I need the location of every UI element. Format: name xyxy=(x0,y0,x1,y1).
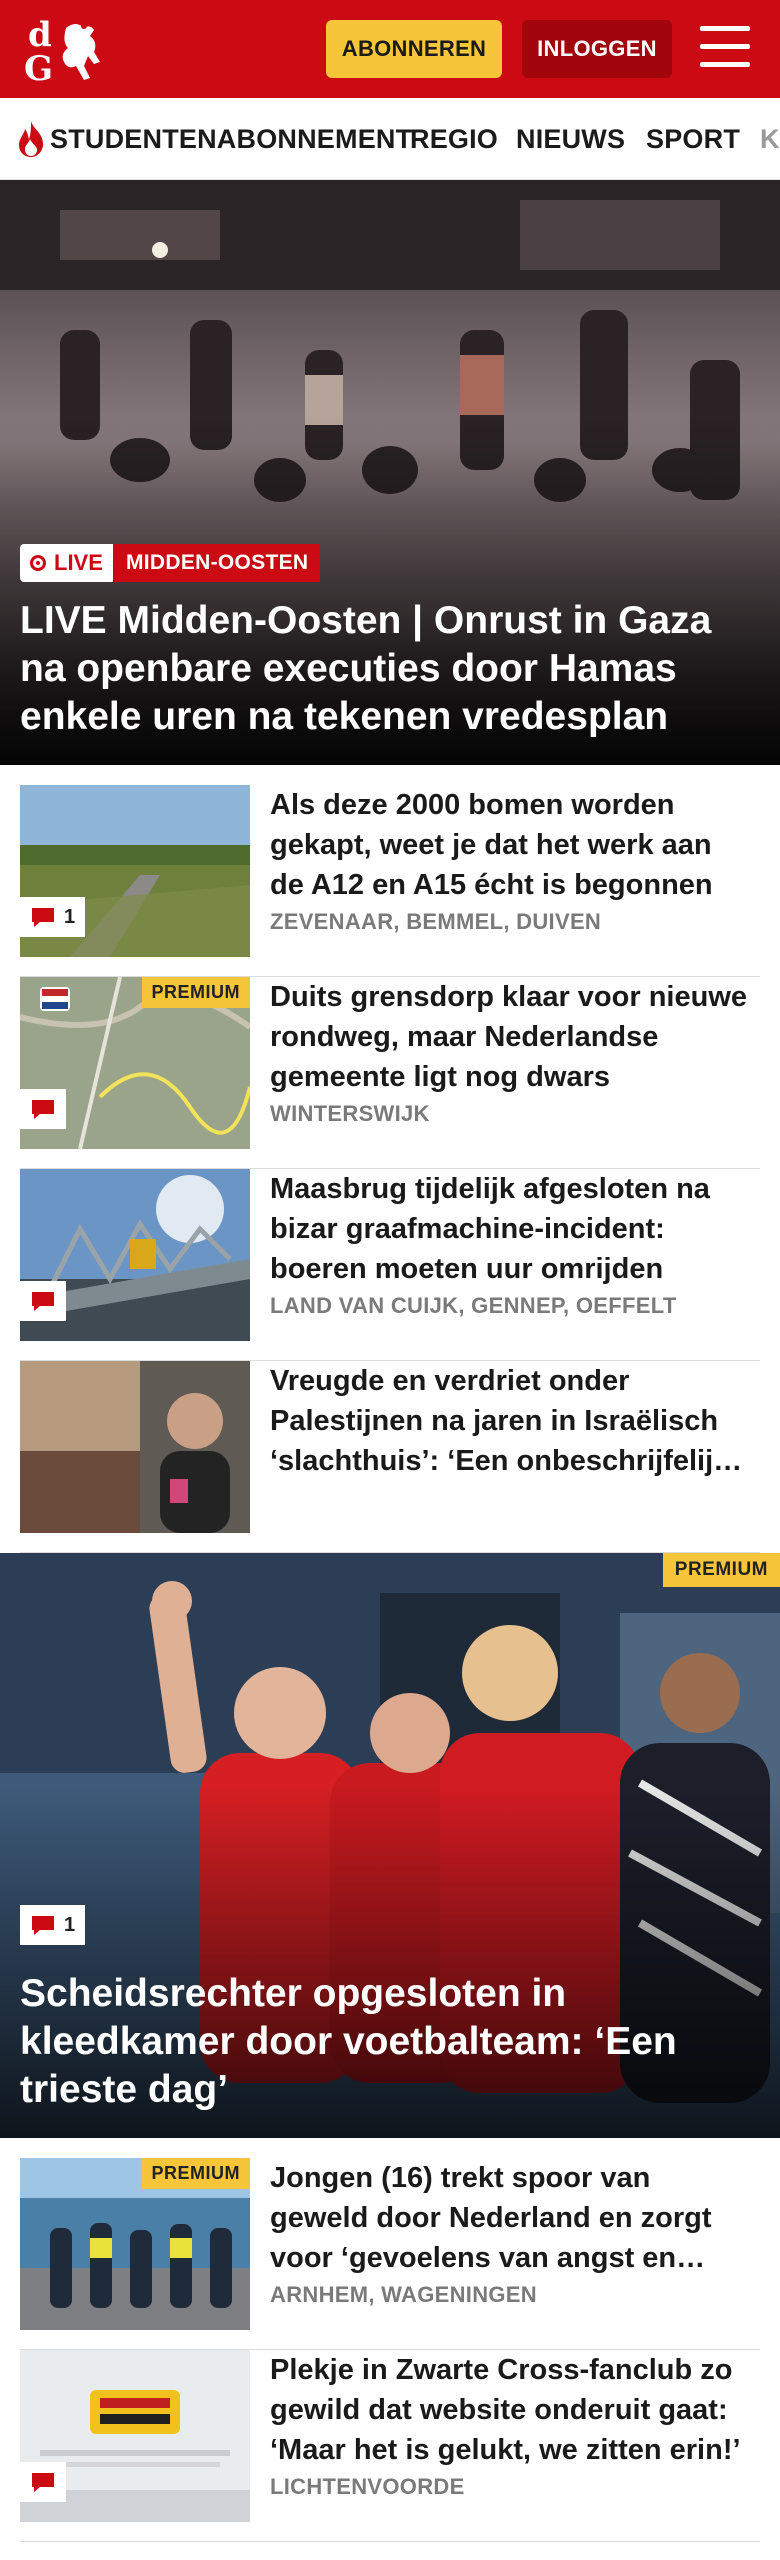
comment-count[interactable] xyxy=(20,1281,66,1321)
list-item[interactable]: Maasbrug tijdelijk afgesloten na bizar g… xyxy=(20,1169,760,1361)
comment-count[interactable]: 1 xyxy=(20,897,86,937)
comment-count[interactable] xyxy=(20,2462,66,2502)
section-nav: STUDENTENABONNEMENT REGIO NIEUWS SPORT K xyxy=(0,98,780,180)
list-item[interactable]: 1 Als deze 2000 bomen worden gekapt, wee… xyxy=(20,785,760,977)
hero-title[interactable]: LIVE Midden-Oosten | Onrust in Gaza na o… xyxy=(20,597,740,741)
article-location: WINTERSWIJK xyxy=(270,1101,430,1126)
premium-badge: PREMIUM xyxy=(141,2158,250,2189)
nav-item-nieuws[interactable]: NIEUWS xyxy=(516,98,625,179)
article-thumbnail: PREMIUM xyxy=(20,2158,250,2330)
hero-article-gaza[interactable]: LIVE MIDDEN-OOSTEN LIVE Midden-Oosten | … xyxy=(0,180,780,765)
article-location: LICHTENVOORDE xyxy=(270,2474,465,2499)
list-item[interactable]: Plekje in Zwarte Cross-fanclub zo gewild… xyxy=(20,2350,760,2542)
subscribe-button[interactable]: ABONNEREN xyxy=(326,20,502,78)
list-item[interactable]: PREMIUM Jongen (16) trekt spoor van gewe… xyxy=(20,2158,760,2350)
nav-item-cut-off[interactable]: K xyxy=(760,98,780,179)
comment-icon xyxy=(32,1292,54,1311)
live-label: LIVE xyxy=(54,550,103,575)
dg-logo-icon[interactable]: d G xyxy=(22,14,118,86)
comment-icon xyxy=(32,1100,54,1119)
hero-title[interactable]: Scheidsrechter opgesloten in kleedkamer … xyxy=(20,1970,740,2114)
section-badge[interactable]: MIDDEN-OOSTEN xyxy=(114,544,321,582)
live-badge: LIVE xyxy=(20,544,113,582)
article-title[interactable]: Jongen (16) trekt spoor van geweld door … xyxy=(270,2158,750,2278)
article-thumbnail: PREMIUM xyxy=(20,977,250,1149)
list-item[interactable]: Vreugde en verdriet onder Palestijnen na… xyxy=(20,1361,760,1553)
nav-item-sport[interactable]: SPORT xyxy=(646,98,740,179)
premium-badge: PREMIUM xyxy=(662,1553,780,1587)
list-item[interactable]: PREMIUM Duits grensdorp klaar voor nieuw… xyxy=(20,977,760,1169)
live-dot-icon xyxy=(30,555,46,571)
article-title[interactable]: Plekje in Zwarte Cross-fanclub zo gewild… xyxy=(270,2350,750,2470)
nav-item-studentenabonnement[interactable]: STUDENTENABONNEMENT xyxy=(50,98,412,179)
comment-icon xyxy=(32,908,54,927)
article-location: LAND VAN CUIJK, GENNEP, OEFFELT xyxy=(270,1293,677,1318)
article-title[interactable]: Maasbrug tijdelijk afgesloten na bizar g… xyxy=(270,1169,750,1289)
comment-count[interactable] xyxy=(20,1089,66,1129)
article-title[interactable]: Vreugde en verdriet onder Palestijnen na… xyxy=(270,1361,750,1481)
flame-icon xyxy=(19,121,43,157)
article-location: ZEVENAAR, BEMMEL, DUIVEN xyxy=(270,909,602,934)
comment-icon xyxy=(32,2473,54,2492)
article-thumbnail: 1 xyxy=(20,785,250,957)
hero-article-scheidsrechter[interactable]: PREMIUM 1 Scheidsrechter opgesloten in k… xyxy=(0,1553,780,2138)
article-title[interactable]: Duits grensdorp klaar voor nieuwe rondwe… xyxy=(270,977,750,1097)
top-header: d G ABONNEREN INLOGGEN xyxy=(0,0,780,98)
article-thumbnail xyxy=(20,1169,250,1341)
article-thumbnail xyxy=(20,1361,250,1533)
svg-text:G: G xyxy=(24,49,53,86)
article-thumbnail xyxy=(20,2350,250,2522)
menu-icon[interactable] xyxy=(700,26,752,70)
nav-item-regio[interactable]: REGIO xyxy=(410,98,498,179)
article-title[interactable]: Als deze 2000 bomen worden gekapt, weet … xyxy=(270,785,750,905)
comment-icon xyxy=(32,1916,54,1935)
premium-badge: PREMIUM xyxy=(141,977,250,1008)
login-button[interactable]: INLOGGEN xyxy=(522,20,672,78)
article-location: ARNHEM, WAGENINGEN xyxy=(270,2282,537,2307)
comment-count[interactable]: 1 xyxy=(20,1905,86,1945)
